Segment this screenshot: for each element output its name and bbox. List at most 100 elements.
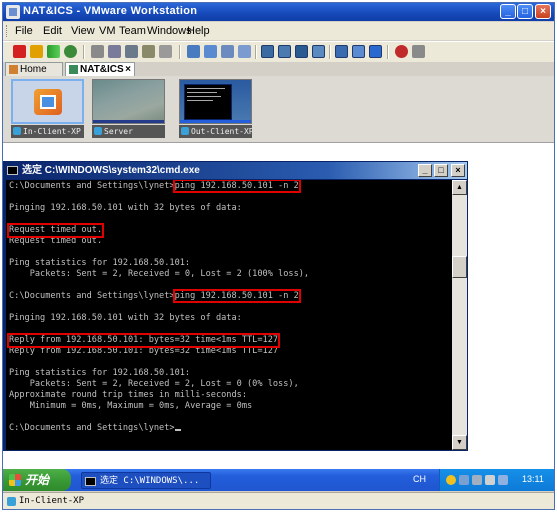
input-method-icon[interactable] bbox=[485, 475, 495, 485]
scroll-down-icon[interactable]: ▼ bbox=[452, 435, 467, 450]
power-off-icon[interactable] bbox=[13, 45, 26, 58]
suspend-icon[interactable] bbox=[30, 45, 43, 58]
team-settings-icon[interactable] bbox=[238, 45, 251, 58]
cmd-minimize-button[interactable]: _ bbox=[418, 164, 432, 177]
menu-help[interactable]: Help bbox=[187, 25, 210, 37]
cmd-close-button[interactable]: × bbox=[451, 164, 465, 177]
network-connection-icon[interactable] bbox=[459, 475, 469, 485]
security-alert-icon[interactable] bbox=[446, 475, 456, 485]
taskbar-cmd-item[interactable]: 选定 C:\WINDOWS\... bbox=[81, 472, 211, 489]
cmd-icon[interactable] bbox=[7, 166, 18, 175]
quick-switch-icon[interactable] bbox=[278, 45, 291, 58]
toolbar-separator bbox=[329, 45, 331, 59]
reset-icon[interactable] bbox=[64, 45, 77, 58]
settings-icon[interactable] bbox=[159, 45, 172, 58]
menu-team[interactable]: Team bbox=[119, 25, 146, 37]
toolbar bbox=[3, 41, 554, 63]
thumbnail-caption: Server bbox=[92, 125, 165, 138]
vm-icon bbox=[181, 127, 189, 135]
remove-vm-icon[interactable] bbox=[412, 45, 425, 58]
reply-highlight: Reply from 192.168.50.101: bytes=32 time… bbox=[6, 333, 281, 356]
scroll-up-icon[interactable]: ▲ bbox=[452, 180, 467, 195]
team-connect-icon[interactable] bbox=[204, 45, 217, 58]
vm-status-icon bbox=[7, 497, 16, 506]
network-icon[interactable] bbox=[187, 45, 200, 58]
power-off-team-icon[interactable] bbox=[395, 45, 408, 58]
thumbnail-screen bbox=[11, 79, 84, 124]
menu-vm[interactable]: VM bbox=[99, 25, 116, 37]
tab-nat-ics[interactable]: NAT&ICS × bbox=[65, 62, 135, 76]
maximize-button[interactable]: □ bbox=[517, 4, 533, 19]
vmware-window: NAT&ICS - VMware Workstation _ □ × File … bbox=[2, 2, 555, 510]
full-screen-icon[interactable] bbox=[295, 45, 308, 58]
cmd-maximize-button[interactable]: □ bbox=[434, 164, 448, 177]
team-lan-icon[interactable] bbox=[221, 45, 234, 58]
text-cursor bbox=[174, 429, 181, 431]
guest-taskbar: 开始 选定 C:\WINDOWS\... CH 13:11 bbox=[3, 469, 554, 491]
revert-snapshot-icon[interactable] bbox=[108, 45, 121, 58]
ping-command-highlight: ping 192.168.50.101 -n 2 bbox=[172, 180, 301, 193]
system-tray: 13:11 bbox=[439, 469, 554, 491]
window-title: NAT&ICS - VMware Workstation bbox=[23, 5, 198, 17]
console-line: Minimum = 0ms, Maximum = 0ms, Average = … bbox=[9, 401, 253, 411]
cmd-title: 选定 C:\WINDOWS\system32\cmd.exe bbox=[22, 165, 200, 176]
clock[interactable]: 13:11 bbox=[522, 474, 544, 484]
toolbar-separator bbox=[179, 45, 181, 59]
console-line: Approximate round trip times in milli-se… bbox=[9, 390, 247, 400]
menu-edit[interactable]: Edit bbox=[43, 25, 62, 37]
console-line: Pinging 192.168.50.101 with 32 bytes of … bbox=[9, 313, 242, 323]
cmd-icon bbox=[85, 477, 96, 486]
snapshot-manager-icon[interactable] bbox=[125, 45, 138, 58]
thumbnail-caption: In-Client-XP bbox=[11, 125, 84, 138]
thumbnail-taskbar bbox=[180, 120, 251, 123]
vm-icon bbox=[94, 127, 102, 135]
ping-command-highlight: ping 192.168.50.101 -n 2 bbox=[172, 289, 301, 303]
menu-windows[interactable]: Windows bbox=[147, 25, 192, 37]
vm-logo-inner-icon bbox=[40, 95, 56, 109]
cmd-window[interactable]: 选定 C:\WINDOWS\system32\cmd.exe _ □ × C:\… bbox=[3, 161, 468, 451]
minimize-button[interactable]: _ bbox=[500, 4, 516, 19]
menu-view[interactable]: View bbox=[71, 25, 95, 37]
console-line: C:\Documents and Settings\lynet>ping 192… bbox=[9, 289, 301, 303]
thumbnail-view-icon[interactable] bbox=[369, 45, 382, 58]
thumbnail-screen bbox=[92, 79, 165, 124]
console-line: Ping statistics for 192.168.50.101: bbox=[9, 368, 191, 378]
status-vm-name: In-Client-XP bbox=[19, 496, 85, 506]
vmware-app-icon[interactable] bbox=[6, 5, 20, 19]
console-output[interactable]: C:\Documents and Settings\lynet> ping 192… bbox=[6, 180, 452, 450]
thumbnail-label: Out-Client-XP bbox=[191, 127, 252, 136]
guest-desktop[interactable]: 选定 C:\WINDOWS\system32\cmd.exe _ □ × C:\… bbox=[3, 143, 554, 469]
scrollbar-thumb[interactable] bbox=[452, 256, 467, 278]
cmd-scrollbar[interactable]: ▲ ▼ bbox=[452, 180, 467, 450]
tab-bar: Home NAT&ICS × bbox=[3, 62, 554, 76]
home-icon bbox=[9, 65, 18, 74]
tab-close-icon[interactable]: × bbox=[125, 63, 131, 77]
summary-view-icon[interactable] bbox=[352, 45, 365, 58]
thumbnail-server[interactable]: Server bbox=[92, 79, 165, 139]
power-on-icon[interactable] bbox=[47, 45, 60, 58]
snapshot-icon[interactable] bbox=[91, 45, 104, 58]
volume-icon[interactable] bbox=[472, 475, 482, 485]
thumbnail-label: Server bbox=[104, 127, 133, 136]
menubar-grip[interactable] bbox=[6, 25, 10, 37]
team-icon bbox=[69, 65, 78, 74]
start-button[interactable]: 开始 bbox=[3, 469, 71, 491]
language-indicator[interactable]: CH bbox=[413, 474, 426, 484]
unity-icon[interactable] bbox=[312, 45, 325, 58]
sidebar-view-icon[interactable] bbox=[261, 45, 274, 58]
thumbnail-out-client-xp[interactable]: Out-Client-XP bbox=[179, 79, 252, 139]
close-button[interactable]: × bbox=[535, 4, 551, 19]
menu-file[interactable]: File bbox=[15, 25, 33, 37]
console-line: Ping statistics for 192.168.50.101: bbox=[9, 258, 191, 268]
vmware-tools-icon[interactable] bbox=[498, 475, 508, 485]
console-view-icon[interactable] bbox=[335, 45, 348, 58]
console-line: Pinging 192.168.50.101 with 32 bytes of … bbox=[9, 203, 242, 213]
menu-bar: File Edit View VM Team Windows Help bbox=[3, 22, 554, 40]
thumbnail-in-client-xp[interactable]: In-Client-XP bbox=[11, 79, 84, 139]
clone-icon[interactable] bbox=[142, 45, 155, 58]
cmd-title-bar[interactable]: 选定 C:\WINDOWS\system32\cmd.exe _ □ × bbox=[4, 162, 467, 179]
taskbar-item-label: 选定 C:\WINDOWS\... bbox=[100, 476, 200, 486]
thumbnail-caption: Out-Client-XP bbox=[179, 125, 252, 138]
tab-home[interactable]: Home bbox=[5, 62, 63, 76]
vmware-title-bar[interactable]: NAT&ICS - VMware Workstation _ □ × bbox=[3, 3, 554, 21]
